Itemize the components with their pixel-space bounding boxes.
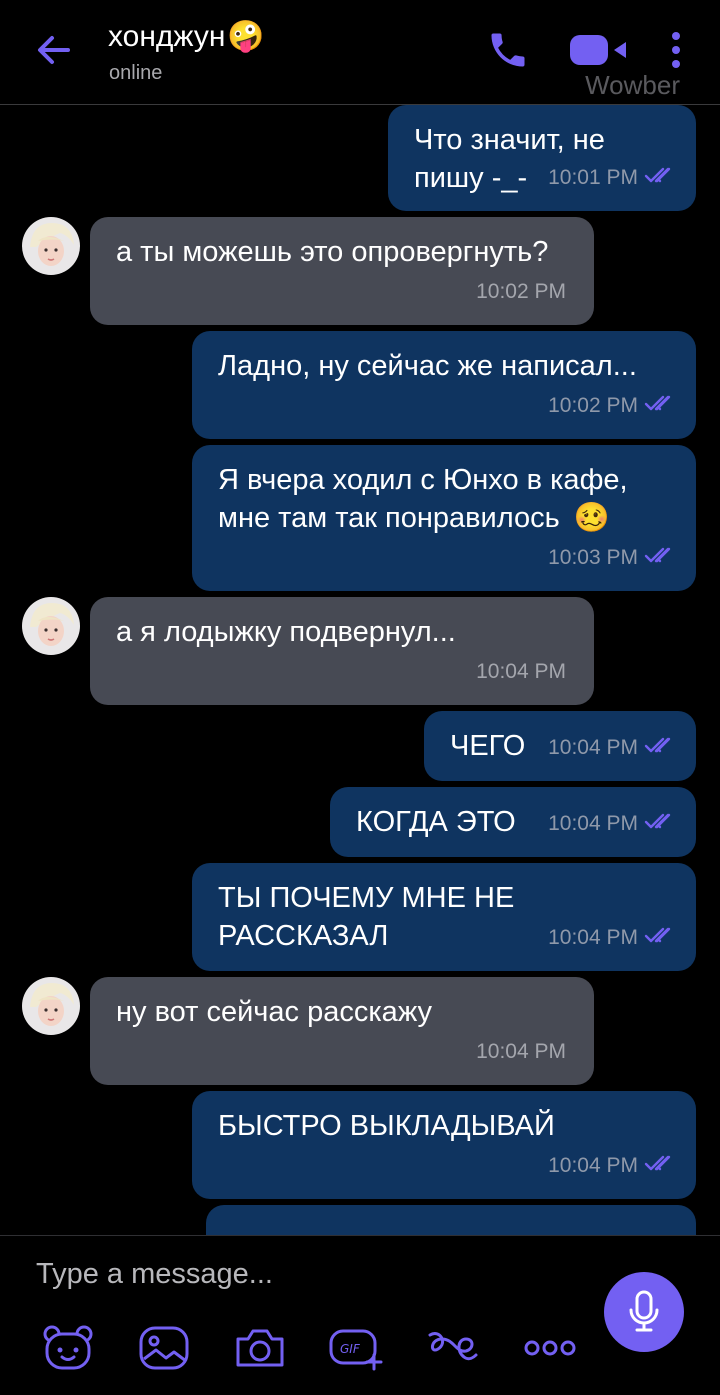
incoming-message[interactable]: а я лодыжку подвернул... 10:04 PM (90, 597, 594, 705)
message-text: ЧЕГО (450, 730, 526, 762)
message-text: КОГДА ЭТО (356, 806, 516, 838)
read-ticks-icon (644, 919, 678, 957)
message-time: 10:04 PM (476, 1040, 566, 1063)
message-list[interactable]: Что значит, не пишу -_- 10:01 PM а ты мо… (0, 105, 720, 1235)
read-ticks-icon (644, 1147, 678, 1185)
back-arrow-icon[interactable] (30, 26, 78, 74)
message-emoji: 🥴 (573, 502, 610, 534)
message-time: 10:02 PM (548, 394, 638, 417)
outgoing-message[interactable]: ЧЕГО 10:04 PM (424, 711, 696, 781)
gallery-icon[interactable] (136, 1324, 192, 1372)
message-time: 10:04 PM (548, 812, 638, 835)
watermark: Wowber (585, 70, 680, 100)
contact-name[interactable]: хонджун 🤪 (108, 18, 265, 56)
read-ticks-icon (644, 539, 678, 577)
contact-name-emoji: 🤪 (227, 20, 265, 53)
read-ticks-icon (644, 805, 678, 843)
message-time: 10:04 PM (548, 1154, 638, 1177)
more-attachments-icon[interactable] (522, 1324, 578, 1372)
outgoing-message[interactable]: Я вчера ходил с Юнхо в кафе, мне там так… (192, 445, 696, 591)
message-text: Я вчера ходил с Юнхо в кафе, мне там так… (218, 464, 628, 534)
avatar[interactable] (22, 597, 80, 655)
microphone-icon (629, 1290, 659, 1332)
doodle-icon[interactable] (424, 1324, 480, 1372)
sticker-icon[interactable] (40, 1324, 96, 1372)
contact-status: online (109, 62, 163, 84)
message-text: ну вот сейчас расскажу (116, 996, 433, 1028)
outgoing-message[interactable]: КОГДА ЭТО 10:04 PM (330, 787, 696, 857)
more-options-icon[interactable] (664, 30, 688, 75)
message-time: 10:04 PM (548, 926, 638, 949)
message-time: 10:02 PM (476, 280, 566, 303)
outgoing-message[interactable]: Что значит, не пишу -_- 10:01 PM (388, 105, 696, 211)
read-ticks-icon (644, 729, 678, 767)
phone-call-icon[interactable] (486, 28, 530, 77)
gif-label: GIF (340, 1342, 361, 1356)
avatar[interactable] (22, 217, 80, 275)
outgoing-message[interactable]: ТЫ ПОЧЕМУ МНЕ НЕ РАССКАЗАЛ 10:04 PM (192, 863, 696, 971)
read-ticks-icon (644, 159, 678, 197)
contact-name-text: хонджун (108, 20, 226, 53)
read-ticks-icon (644, 387, 678, 425)
message-composer: Type a message... GIF (0, 1235, 720, 1395)
outgoing-message[interactable]: БЫСТРО ВЫКЛАДЫВАЙ 10:04 PM (192, 1091, 696, 1199)
message-text: БЫСТРО ВЫКЛАДЫВАЙ (218, 1110, 555, 1142)
camera-icon[interactable] (232, 1324, 288, 1372)
avatar[interactable] (22, 977, 80, 1035)
outgoing-message-partial[interactable] (206, 1205, 696, 1235)
outgoing-message[interactable]: Ладно, ну сейчас же написал... 10:02 PM (192, 331, 696, 439)
message-text: ТЫ ПОЧЕМУ МНЕ НЕ РАССКАЗАЛ (218, 882, 515, 952)
incoming-message[interactable]: а ты можешь это опровергнуть? 10:02 PM (90, 217, 594, 325)
voice-message-button[interactable] (604, 1272, 684, 1352)
message-input[interactable]: Type a message... (36, 1258, 273, 1291)
incoming-message[interactable]: ну вот сейчас расскажу 10:04 PM (90, 977, 594, 1085)
chat-header: хонджун 🤪 online Wowber (0, 0, 720, 105)
message-time: 10:04 PM (476, 660, 566, 683)
message-time: 10:03 PM (548, 546, 638, 569)
gif-icon[interactable]: GIF (328, 1324, 384, 1372)
message-time: 10:01 PM (548, 166, 638, 189)
message-text: а я лодыжку подвернул... (116, 616, 456, 648)
video-call-icon[interactable] (568, 32, 630, 73)
message-text: Ладно, ну сейчас же написал... (218, 350, 637, 382)
message-text: а ты можешь это опровергнуть? (116, 236, 549, 268)
message-time: 10:04 PM (548, 736, 638, 759)
